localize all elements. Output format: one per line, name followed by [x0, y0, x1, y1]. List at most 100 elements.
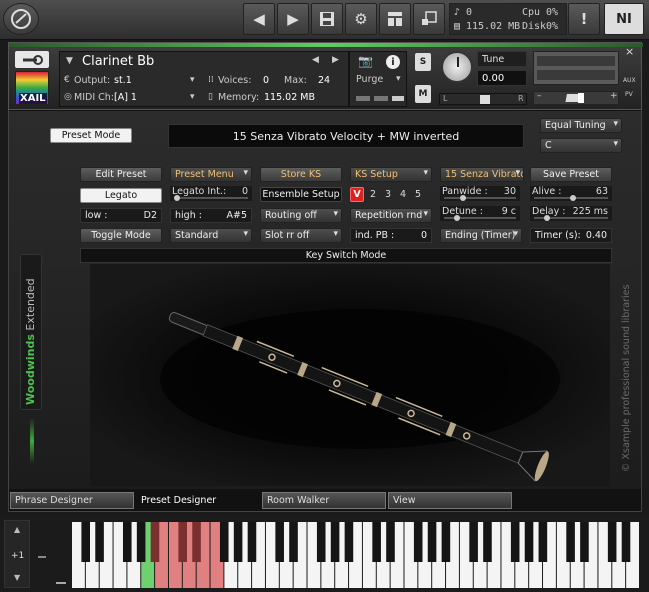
black-key[interactable]: [330, 522, 340, 562]
octave-down-icon[interactable]: ▼: [14, 573, 20, 582]
black-key[interactable]: [192, 522, 201, 562]
slider-handle[interactable]: [174, 195, 180, 201]
gear-icon[interactable]: ⚙: [345, 3, 377, 35]
black-key[interactable]: [275, 522, 284, 562]
key-switch-mode-bar[interactable]: Key Switch Mode: [80, 248, 612, 263]
low-range-field[interactable]: low : D2: [80, 208, 162, 223]
timer-field[interactable]: Timer (s): 0.40: [530, 228, 612, 243]
slot-rr-dropdown[interactable]: Slot rr off: [260, 228, 342, 243]
pan-handle[interactable]: [480, 95, 490, 104]
tune-knob[interactable]: [441, 51, 473, 83]
aux-button[interactable]: AUX: [623, 77, 636, 84]
edit-preset-button[interactable]: Edit Preset: [80, 167, 162, 182]
black-key[interactable]: [316, 522, 326, 562]
black-key[interactable]: [413, 522, 423, 562]
next-arrow-icon[interactable]: ▶: [277, 3, 309, 35]
black-key[interactable]: [122, 522, 132, 562]
low-value[interactable]: D2: [144, 210, 157, 221]
tab-room-walker[interactable]: Room Walker: [262, 492, 386, 509]
timer-value[interactable]: 0.40: [586, 230, 607, 241]
keyswitch-v-button[interactable]: V: [350, 187, 364, 202]
tuning-dropdown[interactable]: Equal Tuning: [540, 118, 622, 133]
alive-slider[interactable]: Alive : 63: [530, 186, 612, 201]
volume-slider[interactable]: – +: [533, 91, 619, 105]
instrument-prev-icon[interactable]: ◀: [312, 55, 319, 65]
volume-minus[interactable]: –: [537, 91, 542, 101]
black-key[interactable]: [219, 522, 229, 562]
purge-label[interactable]: Purge: [356, 74, 383, 85]
black-key[interactable]: [372, 522, 381, 562]
keyswitch-3[interactable]: 3: [385, 189, 391, 200]
preset-mode-button[interactable]: Preset Mode: [50, 128, 132, 143]
key-dropdown[interactable]: C: [540, 138, 622, 153]
max-voices-value[interactable]: 24: [318, 75, 330, 86]
black-key[interactable]: [344, 522, 354, 562]
black-key[interactable]: [621, 522, 631, 562]
previous-arrow-icon[interactable]: ◀: [243, 3, 275, 35]
preset-menu-dropdown[interactable]: Preset Menu: [170, 167, 252, 182]
camera-icon[interactable]: 📷: [358, 54, 373, 68]
octave-up-icon[interactable]: ▲: [14, 525, 20, 534]
detune-slider[interactable]: Detune : 9 c: [440, 206, 520, 221]
mute-button[interactable]: M: [415, 85, 431, 103]
volume-plus[interactable]: +: [610, 91, 618, 101]
volume-handle[interactable]: [578, 93, 584, 103]
ni-logo[interactable]: NI: [604, 3, 644, 35]
piano-keys[interactable]: [72, 522, 640, 588]
black-key[interactable]: [178, 522, 187, 562]
black-key[interactable]: [441, 522, 451, 562]
black-key[interactable]: [427, 522, 437, 562]
routing-dropdown[interactable]: Routing off: [260, 208, 342, 223]
slider-handle[interactable]: [544, 215, 550, 221]
solo-button[interactable]: S: [415, 53, 431, 71]
legato-intensity-slider[interactable]: Legato Int.: 0: [170, 186, 252, 201]
ensemble-setup-button[interactable]: Ensemble Setup: [260, 187, 342, 202]
black-key[interactable]: [538, 522, 548, 562]
preset-select-dropdown[interactable]: 15 Senza Vibrato V: [440, 167, 524, 182]
keyswitch-4[interactable]: 4: [400, 189, 406, 200]
keyswitch-5[interactable]: 5: [415, 189, 421, 200]
output-dropdown-icon[interactable]: ▾: [190, 75, 195, 85]
high-range-field[interactable]: high : A#5: [170, 208, 252, 223]
black-key[interactable]: [510, 522, 520, 562]
midi-value[interactable]: [A] 1: [114, 92, 137, 103]
keyswitch-2[interactable]: 2: [370, 189, 376, 200]
legato-button[interactable]: Legato: [80, 188, 162, 203]
black-key[interactable]: [150, 522, 160, 562]
piano-keyboard[interactable]: [72, 522, 640, 588]
ending-dropdown[interactable]: Ending (Timer): [440, 228, 522, 243]
ind-pb-value[interactable]: 0: [421, 230, 427, 241]
black-key[interactable]: [469, 522, 478, 562]
black-key[interactable]: [136, 522, 146, 562]
tab-phrase-designer[interactable]: Phrase Designer: [10, 492, 134, 509]
black-key[interactable]: [386, 522, 395, 562]
alert-button[interactable]: !: [568, 3, 600, 35]
instrument-name[interactable]: Clarinet Bb: [82, 54, 154, 69]
black-key[interactable]: [81, 522, 91, 562]
toggle-mode-button[interactable]: Toggle Mode: [80, 228, 162, 243]
save-disk-icon[interactable]: [311, 3, 343, 35]
black-key[interactable]: [289, 522, 298, 562]
black-key[interactable]: [483, 522, 492, 562]
repetition-dropdown[interactable]: Repetition rnd: [350, 208, 432, 223]
close-icon[interactable]: ×: [625, 45, 634, 58]
save-preset-button[interactable]: Save Preset: [530, 167, 612, 182]
pitch-wheel-marker[interactable]: [38, 556, 46, 558]
ind-pb-field[interactable]: ind. PB : 0: [350, 228, 432, 243]
high-value[interactable]: A#5: [226, 210, 247, 221]
layout-view-icon[interactable]: [379, 3, 411, 35]
output-value[interactable]: st.1: [114, 75, 132, 86]
instrument-next-icon[interactable]: ▶: [332, 55, 339, 65]
black-key[interactable]: [580, 522, 589, 562]
minimize-view-icon[interactable]: [413, 3, 445, 35]
wrench-icon[interactable]: [15, 51, 49, 68]
tab-view[interactable]: View: [388, 492, 512, 509]
slider-handle[interactable]: [570, 195, 576, 201]
ks-setup-dropdown[interactable]: KS Setup: [350, 167, 432, 182]
black-key[interactable]: [247, 522, 257, 562]
store-ks-button[interactable]: Store KS: [260, 167, 342, 182]
pv-button[interactable]: PV: [625, 91, 633, 98]
slider-handle[interactable]: [460, 195, 466, 201]
tune-value[interactable]: 0.00: [477, 70, 527, 86]
black-key[interactable]: [95, 522, 104, 562]
